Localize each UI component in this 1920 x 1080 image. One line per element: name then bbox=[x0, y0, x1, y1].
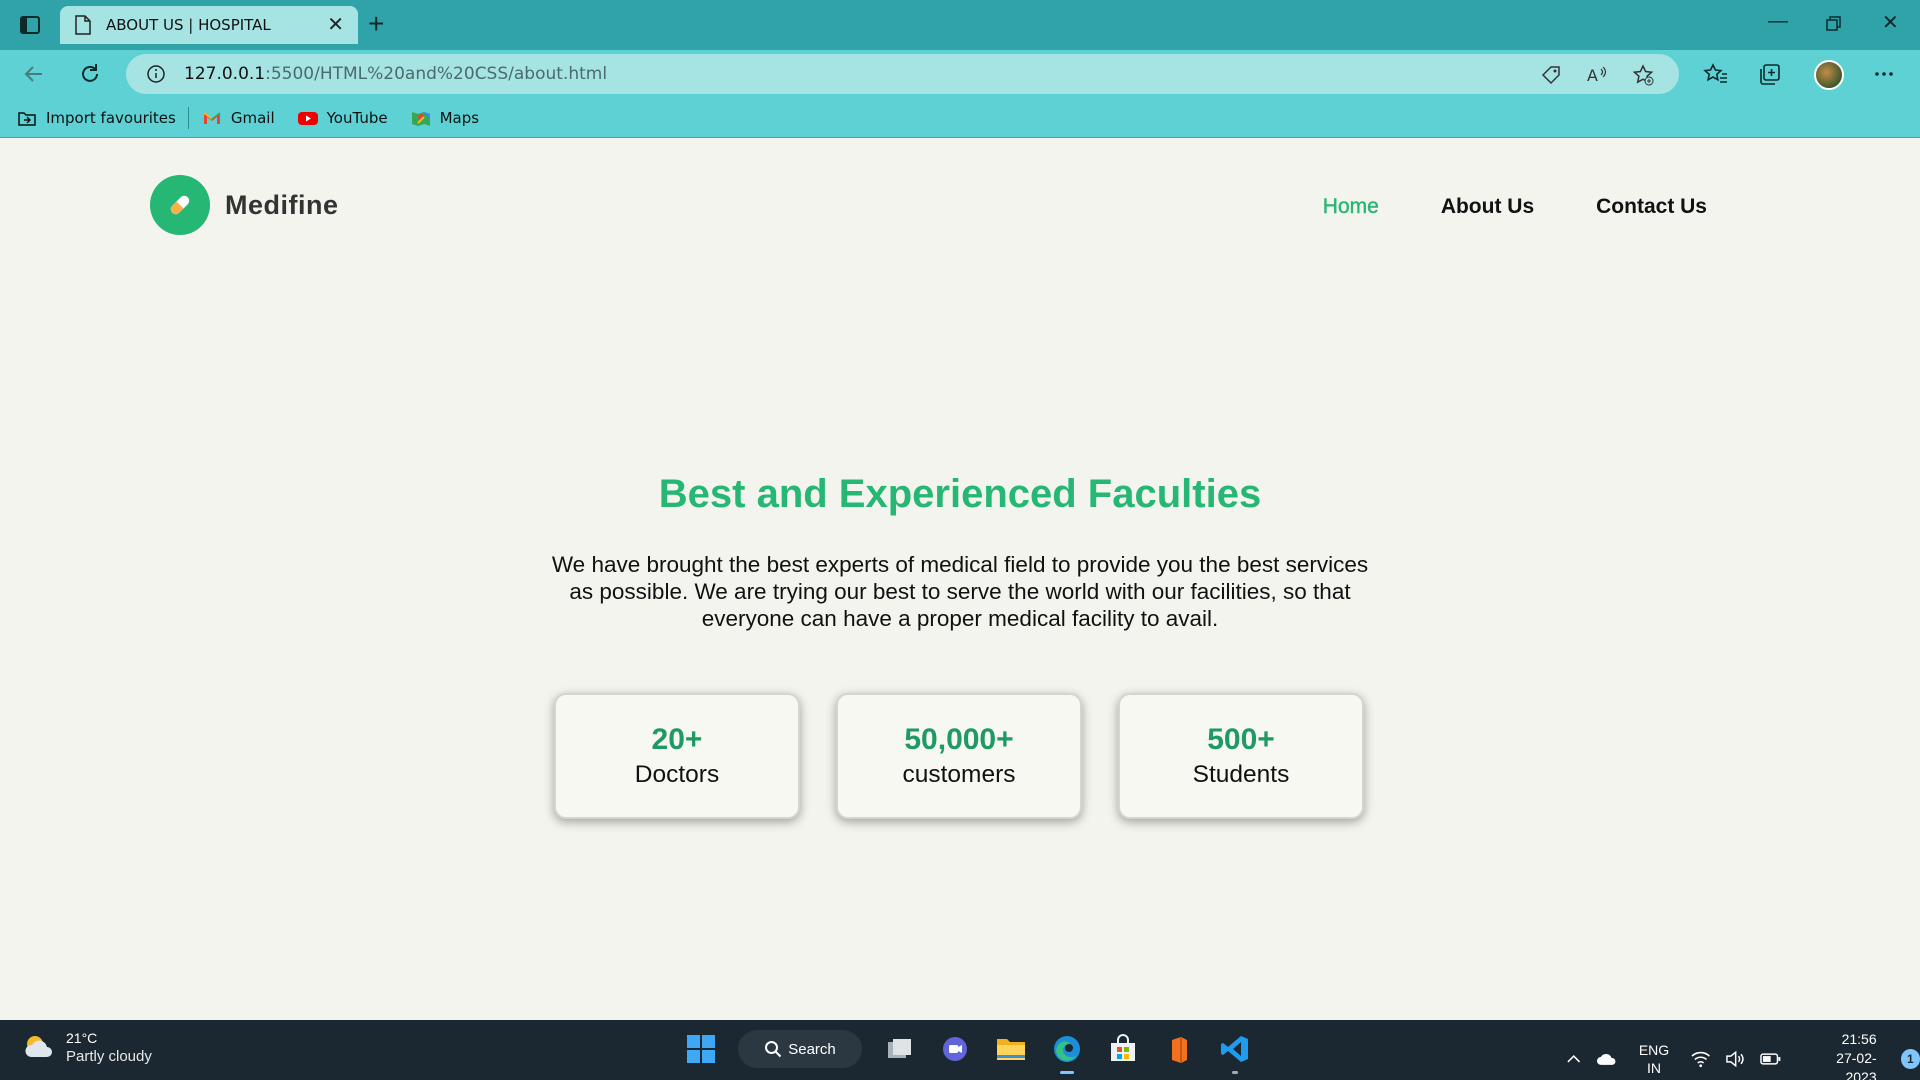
maps-icon bbox=[411, 111, 430, 126]
site-info-icon[interactable] bbox=[146, 64, 166, 84]
import-icon bbox=[18, 111, 36, 126]
task-view-button[interactable] bbox=[880, 1030, 918, 1068]
tag-icon[interactable] bbox=[1539, 63, 1563, 87]
minimize-icon[interactable]: — bbox=[1768, 10, 1788, 33]
stat-card: 20+ Doctors bbox=[554, 693, 800, 819]
page-description: We have brought the best experts of medi… bbox=[551, 552, 1369, 631]
teams-chat-button[interactable] bbox=[936, 1030, 974, 1068]
system-clock[interactable]: 21:56 27-02-2023 bbox=[1807, 1030, 1876, 1080]
weather-widget[interactable]: 21°C Partly cloudy bbox=[22, 1030, 152, 1065]
clock-date: 27-02-2023 bbox=[1836, 1050, 1877, 1080]
windows-taskbar: 21°C Partly cloudy Search ENG IN 21:56 2… bbox=[0, 1020, 1920, 1080]
taskbar-apps: Search bbox=[682, 1030, 1254, 1074]
bookmark-import-favourites[interactable]: Import favourites bbox=[16, 109, 176, 127]
vscode-icon bbox=[1221, 1036, 1248, 1062]
nav-contact-us[interactable]: Contact Us bbox=[1596, 195, 1707, 219]
store-button[interactable] bbox=[1104, 1030, 1142, 1068]
stats-row: 20+ Doctors 50,000+ customers 500+ Stude… bbox=[554, 693, 1364, 819]
svg-text:A: A bbox=[1587, 66, 1598, 85]
tab-actions-icon[interactable] bbox=[18, 13, 42, 37]
close-window-icon[interactable]: ✕ bbox=[1882, 10, 1899, 35]
web-page: Medifine Home About Us Contact Us Best a… bbox=[0, 139, 1920, 1020]
more-menu-icon[interactable] bbox=[1870, 60, 1898, 88]
stat-label: customers bbox=[902, 761, 1016, 788]
folder-icon bbox=[997, 1039, 1025, 1060]
volume-icon[interactable] bbox=[1725, 1050, 1746, 1068]
url-text: 127.0.0.1:5500/HTML%20and%20CSS/about.ht… bbox=[184, 64, 608, 84]
site-logo[interactable]: Medifine bbox=[150, 175, 339, 235]
browser-tab[interactable]: ABOUT US | HOSPITAL ✕ bbox=[60, 6, 358, 44]
bookmarks-bar: Import favourites Gmail YouTube Maps bbox=[0, 98, 1920, 138]
file-explorer-button[interactable] bbox=[992, 1030, 1030, 1068]
bookmark-gmail[interactable]: Gmail bbox=[201, 109, 275, 127]
stat-card: 50,000+ customers bbox=[836, 693, 1082, 819]
main-nav: Home About Us Contact Us bbox=[1323, 195, 1707, 219]
store-icon bbox=[1111, 1034, 1135, 1061]
clock-time: 21:56 bbox=[1841, 1031, 1877, 1047]
address-bar-row: 127.0.0.1:5500/HTML%20and%20CSS/about.ht… bbox=[0, 50, 1920, 98]
new-tab-button[interactable]: + bbox=[368, 10, 384, 38]
search-icon bbox=[765, 1041, 782, 1058]
browser-titlebar: ABOUT US | HOSPITAL ✕ + — ✕ bbox=[0, 0, 1920, 50]
close-tab-icon[interactable]: ✕ bbox=[327, 15, 344, 35]
temperature: 21°C bbox=[66, 1030, 98, 1046]
url-field[interactable]: 127.0.0.1:5500/HTML%20and%20CSS/about.ht… bbox=[126, 54, 1679, 94]
running-app-indicator bbox=[1232, 1071, 1238, 1074]
stat-number: 500+ bbox=[1207, 723, 1275, 756]
nav-home[interactable]: Home bbox=[1323, 195, 1379, 219]
office-app-button[interactable] bbox=[1160, 1030, 1198, 1068]
windows-logo-icon bbox=[687, 1035, 715, 1063]
youtube-icon bbox=[297, 111, 318, 125]
nav-about-us[interactable]: About Us bbox=[1441, 195, 1534, 219]
edge-icon bbox=[1054, 1036, 1080, 1062]
office-icon bbox=[1172, 1037, 1187, 1063]
chevron-up-icon[interactable] bbox=[1566, 1051, 1582, 1067]
notification-badge[interactable]: 1 bbox=[1900, 1048, 1920, 1069]
gmail-icon bbox=[203, 111, 221, 124]
collections-icon[interactable] bbox=[1756, 60, 1784, 88]
stat-card: 500+ Students bbox=[1118, 693, 1364, 819]
task-view-icon bbox=[888, 1039, 911, 1058]
search-label: Search bbox=[788, 1040, 836, 1058]
weather-condition: Partly cloudy bbox=[66, 1048, 152, 1065]
stat-number: 20+ bbox=[651, 723, 703, 756]
page-title: Best and Experienced Faculties bbox=[658, 472, 1262, 516]
bookmark-youtube[interactable]: YouTube bbox=[297, 109, 388, 127]
wifi-icon[interactable] bbox=[1691, 1050, 1711, 1068]
stat-number: 50,000+ bbox=[904, 723, 1014, 756]
stat-label: Doctors bbox=[634, 761, 720, 788]
partly-cloudy-icon bbox=[25, 1035, 52, 1057]
bookmark-maps[interactable]: Maps bbox=[410, 109, 479, 127]
start-button[interactable] bbox=[682, 1030, 720, 1068]
edge-browser-button[interactable] bbox=[1048, 1030, 1086, 1074]
profile-avatar[interactable] bbox=[1814, 60, 1844, 90]
language-indicator[interactable]: ENG IN bbox=[1639, 1041, 1669, 1077]
stat-label: Students bbox=[1192, 761, 1290, 788]
refresh-icon[interactable] bbox=[76, 60, 104, 88]
chat-icon bbox=[943, 1037, 967, 1061]
pill-icon bbox=[150, 175, 210, 235]
system-tray: ENG IN 21:56 27-02-2023 1 bbox=[1566, 1030, 1920, 1080]
brand-name: Medifine bbox=[225, 189, 339, 220]
page-icon bbox=[75, 15, 91, 35]
vscode-button[interactable] bbox=[1216, 1030, 1254, 1074]
active-app-indicator bbox=[1060, 1071, 1074, 1074]
favourites-icon[interactable] bbox=[1701, 60, 1729, 88]
taskbar-search[interactable]: Search bbox=[738, 1030, 862, 1068]
bookmark-separator bbox=[187, 106, 189, 129]
add-favourite-icon[interactable] bbox=[1631, 63, 1655, 87]
restore-icon[interactable] bbox=[1826, 16, 1842, 32]
battery-icon[interactable] bbox=[1760, 1052, 1781, 1066]
tab-title: ABOUT US | HOSPITAL bbox=[106, 16, 271, 34]
back-arrow-icon[interactable] bbox=[20, 60, 48, 88]
read-aloud-icon[interactable]: A bbox=[1585, 63, 1609, 87]
onedrive-cloud-icon[interactable] bbox=[1596, 1051, 1617, 1067]
